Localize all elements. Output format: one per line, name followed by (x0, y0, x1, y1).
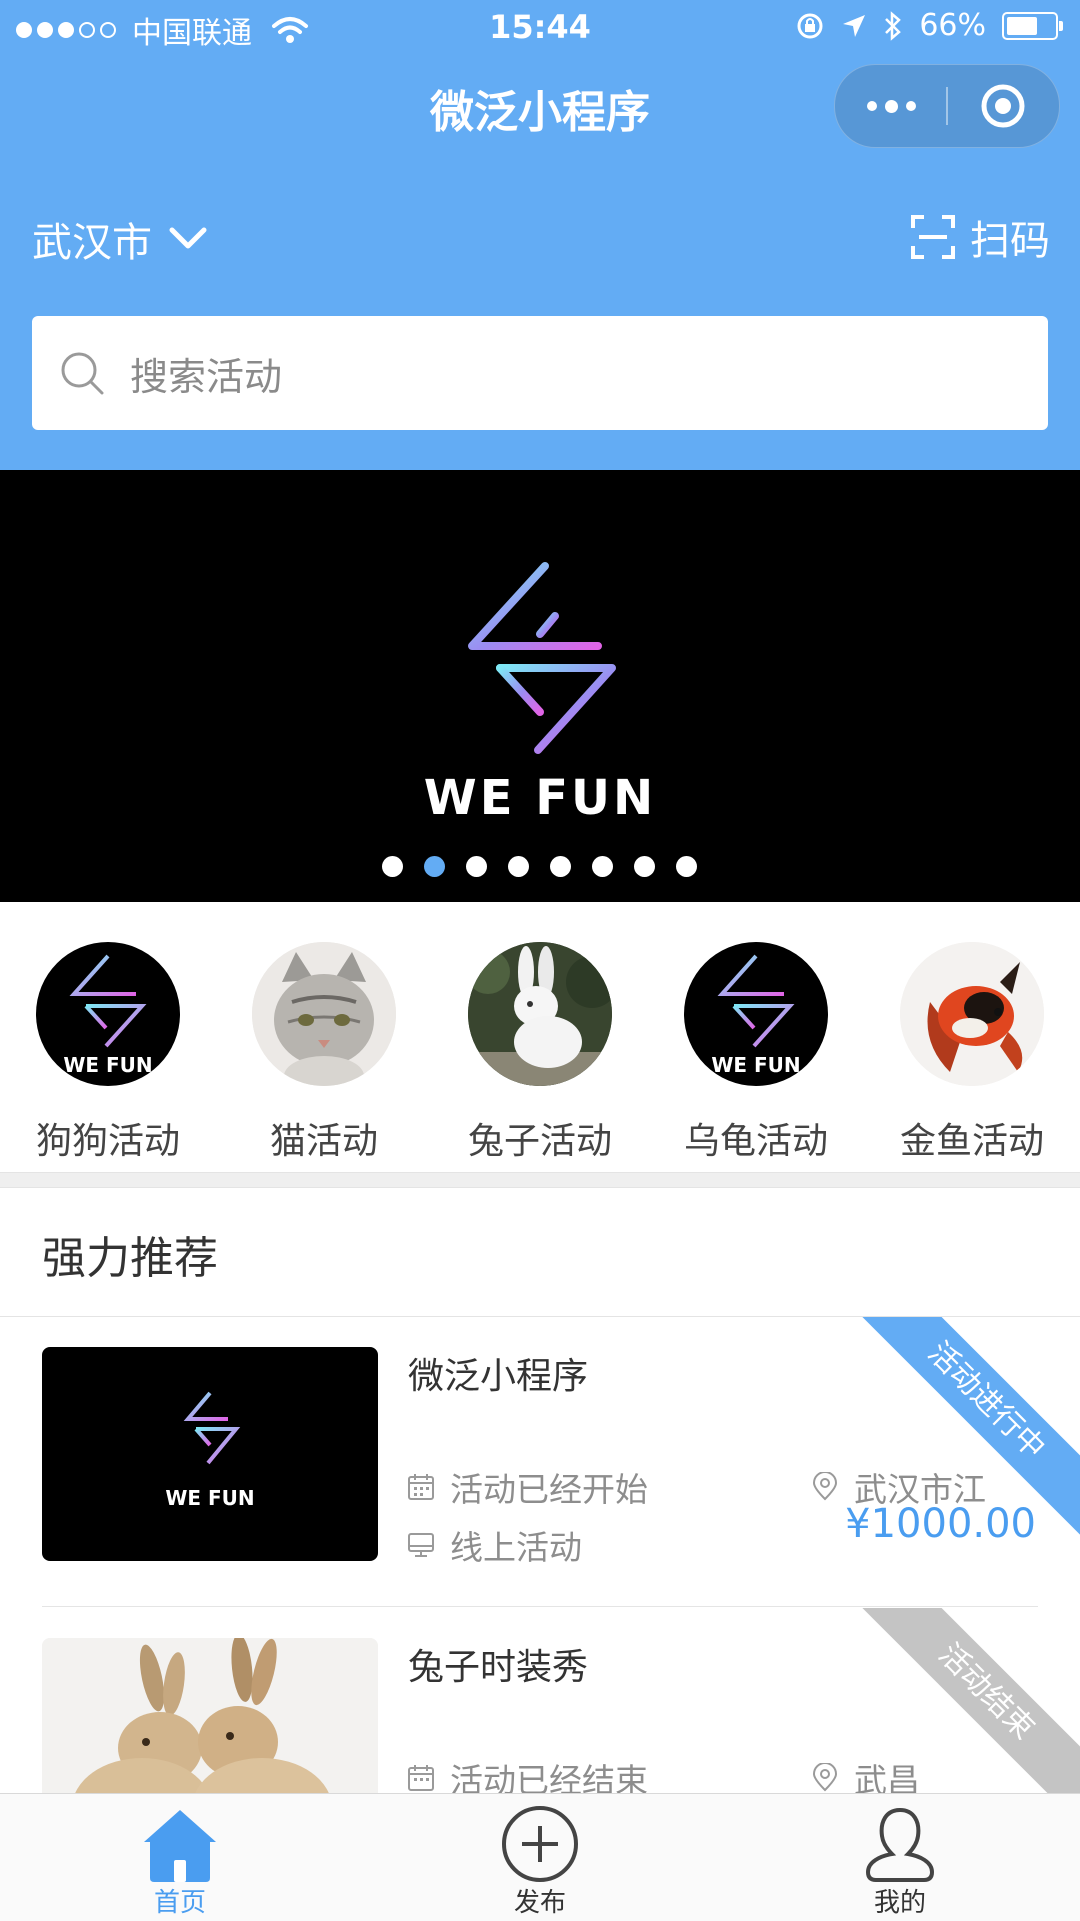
tab-publish[interactable]: 发布 (360, 1794, 720, 1921)
carousel-dot[interactable] (592, 856, 613, 877)
category-label: 猫活动 (269, 1121, 378, 1162)
scan-icon (911, 215, 955, 259)
title-bar: 微泛小程序 (0, 60, 1080, 152)
carousel-dot[interactable] (634, 856, 655, 877)
activity-status-text: 活动已经开始 (450, 1470, 648, 1509)
activity-status: 活动已经开始 (406, 1463, 648, 1511)
banner-carousel[interactable]: WE FUN (0, 470, 1080, 902)
wefun-logo (468, 562, 616, 754)
category-image: WE FUN (36, 942, 180, 1086)
activity-location: 武昌 (810, 1754, 920, 1794)
header: 中国联通 15:44 66% 微泛小程序 武汉市 扫码 搜索活动 (0, 0, 1080, 470)
activity-type: 线上活动 (406, 1521, 582, 1569)
scan-button[interactable]: 扫码 (910, 208, 1050, 266)
battery-percent: 66% (919, 8, 986, 43)
tab-mine[interactable]: 我的 (720, 1794, 1080, 1921)
location-arrow-icon (843, 14, 866, 37)
location-pin-icon (812, 1763, 838, 1792)
status-bar: 中国联通 15:44 66% (0, 0, 1080, 56)
category-row: WE FUN 狗狗活动 猫活动 兔子活动 WE FUN 乌龟活动 金鱼活动 (0, 902, 1080, 1172)
activity-location-text: 武昌 (854, 1761, 920, 1794)
location-pin-icon (812, 1472, 838, 1501)
activity-type-text: 线上活动 (450, 1528, 582, 1567)
city-label: 武汉市 (32, 220, 152, 266)
category-label: 狗狗活动 (35, 1121, 180, 1162)
activity-thumbnail: WE FUN (42, 1347, 378, 1561)
tab-home[interactable]: 首页 (0, 1794, 360, 1921)
activity-name: 兔子时装秀 (408, 1647, 589, 1688)
svg-text:WE FUN: WE FUN (63, 1053, 152, 1077)
category-turtle[interactable]: WE FUN 乌龟活动 (648, 942, 864, 1164)
orientation-lock-icon (797, 13, 823, 38)
search-input[interactable]: 搜索活动 (32, 316, 1048, 430)
carousel-dot[interactable] (676, 856, 697, 877)
category-rabbit[interactable]: 兔子活动 (432, 942, 648, 1164)
close-button[interactable] (947, 65, 1059, 147)
more-dot (866, 101, 877, 111)
carousel-dot[interactable] (424, 856, 445, 877)
category-dog[interactable]: WE FUN 狗狗活动 (0, 942, 216, 1164)
category-image: WE FUN (684, 942, 828, 1086)
tab-label: 首页 (153, 1888, 206, 1918)
more-dot (884, 99, 898, 113)
search-icon (61, 352, 104, 395)
tab-label: 我的 (873, 1888, 926, 1918)
carousel-dot[interactable] (550, 856, 571, 877)
tab-label: 发布 (513, 1888, 566, 1918)
activity-thumbnail (42, 1638, 378, 1794)
svg-text:WE FUN: WE FUN (711, 1053, 800, 1077)
mini-program-capsule (834, 64, 1060, 148)
more-dot (905, 101, 916, 111)
search-placeholder: 搜索活动 (130, 354, 283, 399)
activity-status: 活动已经结束 (406, 1754, 648, 1794)
category-image (468, 942, 612, 1086)
activity-status-text: 活动已经结束 (450, 1761, 648, 1794)
monitor-icon (408, 1533, 434, 1557)
svg-text:WE FUN: WE FUN (165, 1486, 254, 1510)
category-label: 兔子活动 (467, 1121, 612, 1162)
item-separator (42, 1606, 1038, 1607)
activity-price: ¥1000.00 (845, 1501, 1036, 1547)
activity-name: 微泛小程序 (408, 1356, 589, 1397)
category-label: 乌龟活动 (683, 1121, 828, 1162)
activity-card[interactable]: WE FUN 微泛小程序 活动已经开始 线上活动 武汉市江 ¥1000.00 活… (0, 1317, 1080, 1607)
section-divider (0, 1172, 1080, 1188)
carousel-dot[interactable] (382, 856, 403, 877)
scan-label: 扫码 (970, 218, 1050, 264)
status-right: 66% (795, 8, 1063, 43)
close-target-icon (981, 84, 1025, 128)
carousel-dot[interactable] (508, 856, 529, 877)
category-image (900, 942, 1044, 1086)
chevron-down-icon (169, 227, 207, 249)
activity-card[interactable]: 兔子时装秀 活动已经结束 武昌 活动结束 (0, 1608, 1080, 1794)
category-goldfish[interactable]: 金鱼活动 (864, 942, 1080, 1164)
battery-fill (1007, 16, 1037, 35)
user-icon (865, 1807, 935, 1882)
battery-icon (1002, 11, 1063, 40)
calendar-icon (408, 1474, 434, 1500)
more-button[interactable] (835, 65, 947, 147)
banner-brand-text: WE FUN (423, 770, 657, 826)
category-image (252, 942, 396, 1086)
carousel-dot[interactable] (466, 856, 487, 877)
city-selector[interactable]: 武汉市 (32, 210, 208, 268)
recommend-title: 强力推荐 (42, 1233, 218, 1284)
carousel-indicators (382, 856, 697, 877)
plus-circle-icon (502, 1806, 578, 1882)
bluetooth-icon (885, 10, 902, 41)
home-icon (144, 1810, 216, 1882)
calendar-icon (408, 1765, 434, 1791)
category-cat[interactable]: 猫活动 (216, 942, 432, 1164)
category-label: 金鱼活动 (899, 1121, 1044, 1162)
tab-bar: 首页 发布 我的 (0, 1793, 1080, 1921)
